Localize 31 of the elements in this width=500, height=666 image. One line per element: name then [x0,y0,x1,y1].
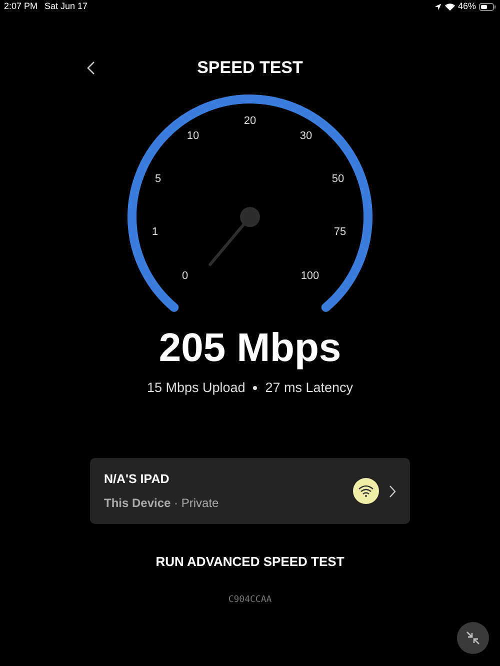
advanced-speed-test-button[interactable]: RUN ADVANCED SPEED TEST [152,548,348,576]
back-icon [87,61,95,75]
gauge-tick-label: 0 [182,270,188,282]
device-code: C904CCAA [228,594,272,607]
device-info: This Device · Private [104,495,220,512]
status-time: 2:07 PM [4,0,38,14]
back-button[interactable] [85,59,97,77]
chevron-right-icon [389,484,396,498]
gauge-tick-label: 30 [300,130,312,142]
collapse-button[interactable] [457,622,489,654]
battery-percent: 46% [458,0,476,14]
battery-icon [479,3,496,11]
speed-value: 205 Mbps [158,325,342,372]
collapse-icon [466,631,480,645]
device-card[interactable]: N/A'S IPAD This Device · Private [90,458,410,524]
latency: 27 ms Latency [265,379,354,397]
gauge-tick-label: 10 [186,130,200,142]
location-icon [434,3,442,11]
wifi-icon [353,478,379,504]
gauge-tick-label: 20 [244,115,256,127]
status-date: Sat Jun 17 [44,0,88,14]
gauge-tick-label: 1 [152,226,158,238]
gauge-tick-label: 5 [154,173,162,185]
gauge-tick-label: 50 [332,173,344,185]
gauge-tick-label: 100 [300,270,320,282]
device-name: N/A'S IPAD [104,471,170,488]
wifi-icon [444,3,455,11]
gauge-needle [208,207,260,266]
gauge-tick-label: 75 [334,226,346,238]
upload-speed: 15 Mbps Upload [146,379,246,397]
page-title: SPEED TEST [197,57,303,80]
